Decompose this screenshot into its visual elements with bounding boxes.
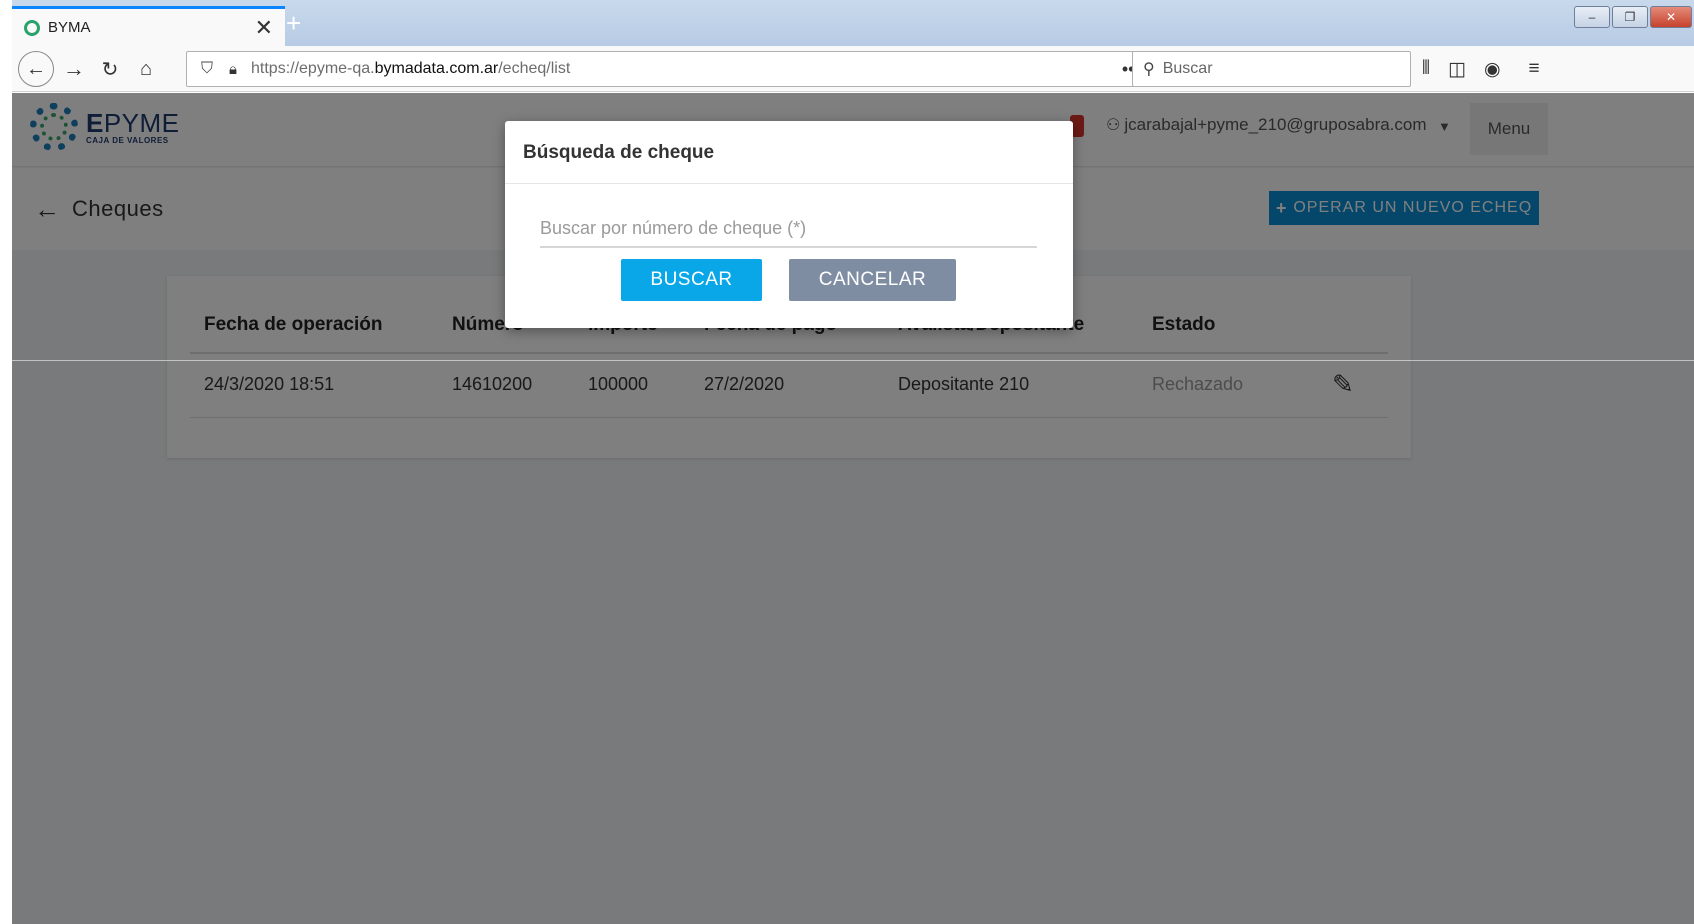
browser-tab[interactable]: BYMA ✕ (12, 6, 285, 46)
search-placeholder: Buscar (1162, 60, 1213, 77)
search-icon: ⚲ (1143, 61, 1155, 78)
tab-title: BYMA (48, 19, 91, 36)
url-bar[interactable]: ⛉ 🔒︎ https://epyme-qa.bymadata.com.ar/ec… (186, 51, 1214, 87)
search-cheque-modal: Búsqueda de cheque BUSCAR CANCELAR (505, 121, 1073, 328)
library-icon[interactable]: ⫴ (1422, 58, 1430, 80)
page-content: EPYME CAJA DE VALORES ⚇ jcarabajal+pyme_… (12, 93, 1694, 924)
back-arrow-icon[interactable]: ← (18, 51, 54, 87)
lock-icon[interactable]: 🔒︎ (221, 61, 245, 78)
browser-titlebar: BYMA ✕ + – ❐ ✕ (12, 0, 1694, 46)
sidebar-icon[interactable]: ◫ (1448, 58, 1466, 81)
forward-arrow-icon[interactable]: → (60, 46, 88, 92)
account-icon[interactable]: ◉ (1484, 58, 1501, 81)
close-window-button[interactable]: ✕ (1650, 6, 1692, 28)
buscar-button[interactable]: BUSCAR (621, 259, 762, 301)
tab-close-icon[interactable]: ✕ (255, 16, 273, 39)
window-edge (0, 0, 12, 924)
cheque-number-input[interactable] (540, 210, 1037, 248)
browser-navbar: ← → ↻ ⌂ ⛉ 🔒︎ https://epyme-qa.bymadata.c… (12, 46, 1694, 92)
new-tab-button[interactable]: + (286, 8, 301, 39)
byma-favicon-icon (24, 19, 40, 36)
modal-title: Búsqueda de cheque (505, 121, 1073, 184)
search-bar[interactable]: ⚲ Buscar (1132, 51, 1411, 87)
tracking-shield-icon[interactable]: ⛉ (193, 60, 221, 78)
url-text[interactable]: https://epyme-qa.bymadata.com.ar/echeq/l… (245, 60, 1122, 78)
cancelar-button[interactable]: CANCELAR (789, 259, 956, 301)
backdrop-divider (12, 360, 1694, 361)
window-controls: – ❐ ✕ (1574, 6, 1692, 28)
restore-button[interactable]: ❐ (1612, 6, 1648, 28)
hamburger-menu-icon[interactable]: ≡ (1529, 58, 1540, 80)
reload-icon[interactable]: ↻ (96, 46, 124, 92)
home-icon[interactable]: ⌂ (132, 46, 160, 92)
browser-toolbar-icons: ⫴ ◫ ◉ ≡ (1422, 46, 1540, 92)
minimize-button[interactable]: – (1574, 6, 1610, 28)
